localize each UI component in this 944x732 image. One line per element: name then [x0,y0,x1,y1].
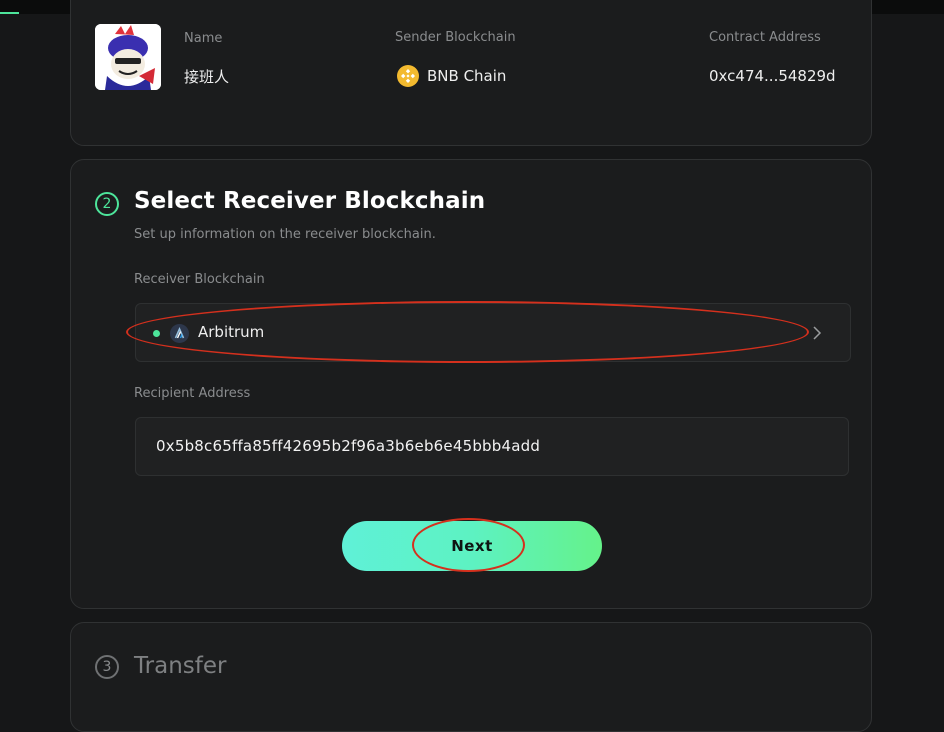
step-title: Transfer [134,653,227,679]
token-info-card: Name 接班人 Sender Blockchain BNB Chain Con… [70,0,872,146]
receiver-blockchain-value: Arbitrum [198,323,265,341]
receiver-blockchain-select[interactable]: Arbitrum [135,303,851,362]
chevron-right-icon [813,326,822,340]
select-receiver-card: 2 Select Receiver Blockchain Set up info… [70,159,872,609]
name-label: Name [184,31,223,46]
step-subtitle: Set up information on the receiver block… [134,227,436,242]
recipient-address-input[interactable]: 0x5b8c65ffa85ff42695b2f96a3b6eb6e45bbb4a… [135,417,849,476]
contract-address-label: Contract Address [709,30,821,45]
arbitrum-icon [170,324,189,343]
top-accent-line [0,12,19,14]
next-button[interactable]: Next [342,521,602,571]
step-title: Select Receiver Blockchain [134,188,486,214]
sender-blockchain-value: BNB Chain [427,67,507,85]
receiver-blockchain-label: Receiver Blockchain [134,272,265,287]
step-number-badge: 3 [95,655,119,679]
status-dot [153,330,160,337]
name-value: 接班人 [184,68,230,86]
sender-blockchain-label: Sender Blockchain [395,30,516,45]
contract-address-value[interactable]: 0xc474...54829d [709,67,836,85]
bnb-chain-icon [397,65,419,87]
transfer-card: 3 Transfer [70,622,872,732]
recipient-address-value: 0x5b8c65ffa85ff42695b2f96a3b6eb6e45bbb4a… [156,437,541,455]
rooster-avatar-icon [95,24,161,90]
token-avatar [95,24,161,90]
recipient-address-label: Recipient Address [134,386,251,401]
step-number-badge: 2 [95,192,119,216]
